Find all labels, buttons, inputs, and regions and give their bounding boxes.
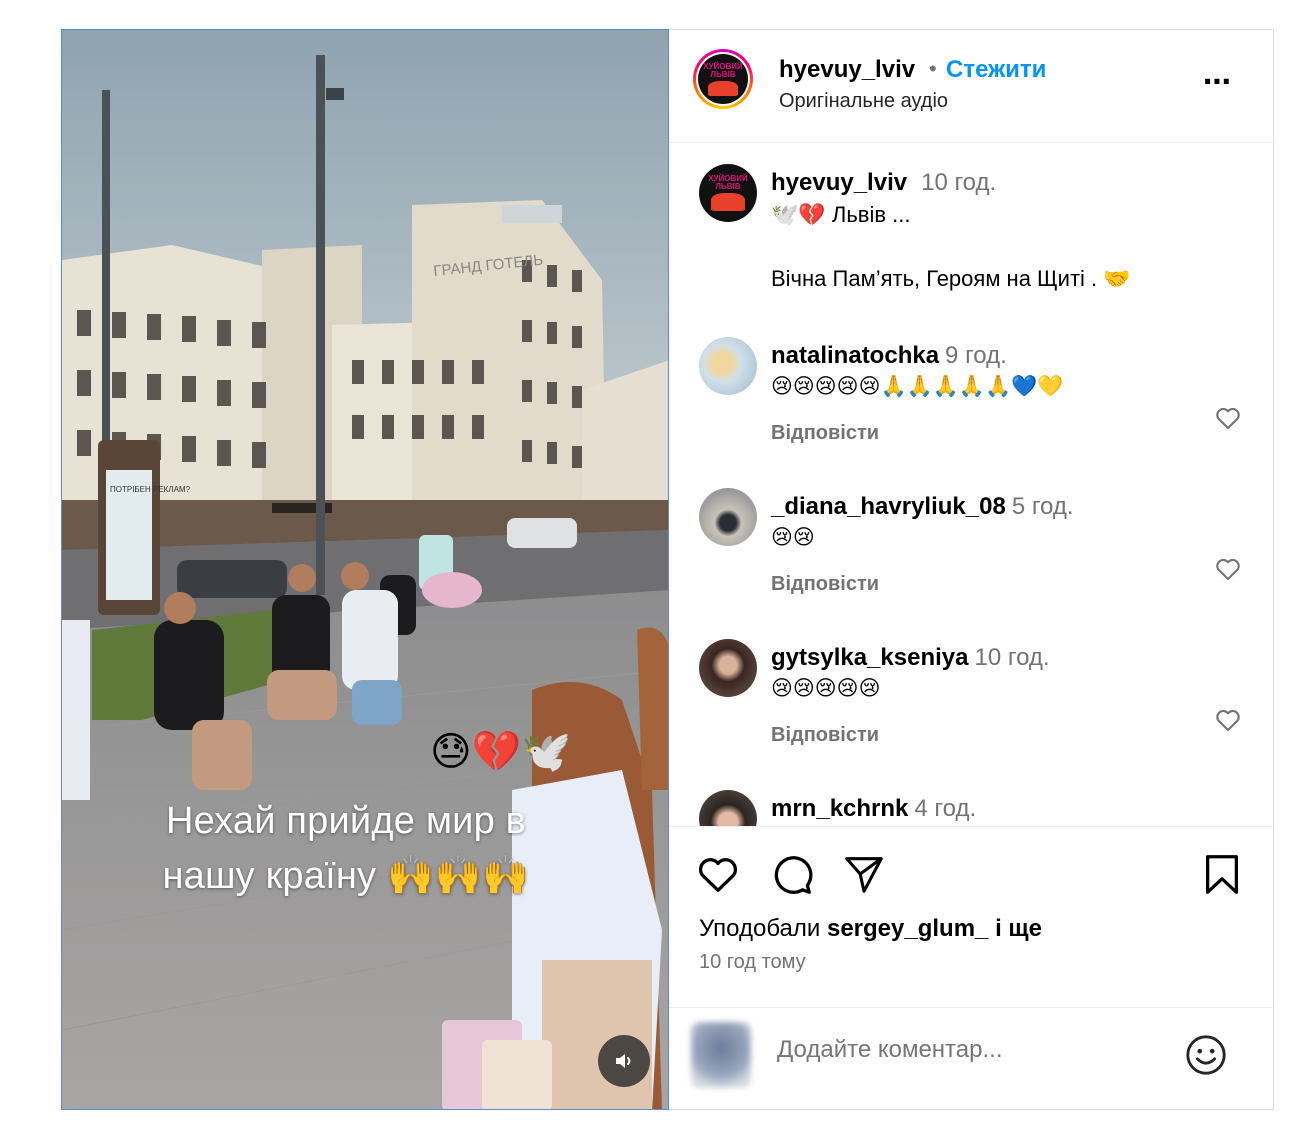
mute-button[interactable] [598,1035,650,1087]
more-icon[interactable]: ⋯ [1203,68,1232,96]
story-ring[interactable]: ХУЙОВИЙ ЛЬВІВ [693,49,753,109]
heart-icon[interactable] [695,851,741,897]
add-comment-row [669,1007,1273,1113]
commenter-avatar[interactable] [699,790,757,826]
comment-icon[interactable] [769,851,815,897]
reply-button[interactable]: Відповісти [771,422,879,445]
comment-time: 4 год. [914,795,977,822]
caption-line2: Вічна Пам’ять, Героям на Щиті . 🤝 [771,266,1131,291]
commenter-avatar[interactable] [699,488,757,546]
comment-header: mrn_kchrnk 4 год. [771,795,976,823]
liked-by-user[interactable]: sergey_glum_ [827,915,988,942]
comment-text: 😢😢😢😢😢 [771,677,881,700]
reply-button[interactable]: Відповісти [771,724,879,747]
likes-summary: Уподобали sergey_glum_ і ще [699,915,1042,943]
liked-others-link[interactable]: і ще [995,915,1042,942]
emoji-icon[interactable] [1183,1032,1229,1078]
caption-author-username: hyevuy_lviv 10 год. [771,169,996,197]
volume-icon [616,1054,631,1068]
comment-text: 😢😢 [771,526,815,549]
post-container: ГРАНД ГОТЕЛЬ ПОТРІБЕН РЕКЛАМ? 😓💔🕊️ Нехай… [61,29,1274,1110]
comment-header: gytsylka_kseniya 10 год. [771,644,1050,672]
comment-like-icon[interactable] [1213,705,1243,735]
comments-list[interactable]: ХУЙОВИЙ ЛЬВІВ hyevuy_lviv 10 год. 🕊️💔 Льв… [669,142,1273,826]
share-icon[interactable] [841,851,887,897]
caption-time: 10 год. [921,169,997,196]
reply-button[interactable]: Відповісти [771,573,879,596]
comment-username[interactable]: natalinatochka [771,342,939,369]
comment-text: 😢😢😢😢😢🙏🙏🙏🙏🙏💙💛 [771,375,1064,398]
author-avatar[interactable]: ХУЙОВИЙ ЛЬВІВ [698,54,748,104]
comment-username[interactable]: mrn_kchrnk [771,795,908,822]
caption-line1: 🕊️💔 Львів ... [771,202,911,227]
original-audio-link[interactable]: Оригінальне аудіо [779,90,948,113]
comment-header: _diana_havryliuk_08 5 год. [771,493,1074,521]
video-caption-line1: Нехай прийде мир в [165,800,527,842]
avatar-logo-mark [710,193,746,211]
post-side-panel: ХУЙОВИЙ ЛЬВІВ hyevuy_lviv • Стежити Ориг… [669,29,1274,1110]
bookmark-icon[interactable] [1199,851,1245,897]
commenter-avatar[interactable] [699,337,757,395]
comment-time: 5 год. [1011,493,1074,520]
avatar-logo-mark [708,80,738,96]
commenter-avatar[interactable] [699,639,757,697]
follow-button[interactable]: Стежити [946,56,1046,84]
post-video[interactable]: ГРАНД ГОТЕЛЬ ПОТРІБЕН РЕКЛАМ? 😓💔🕊️ Нехай… [61,29,669,1110]
video-frame: ГРАНД ГОТЕЛЬ ПОТРІБЕН РЕКЛАМ? [62,30,668,1109]
add-comment-input[interactable] [777,1036,1157,1064]
comment-time: 9 год. [945,342,1007,369]
comment-time: 10 год. [974,644,1050,671]
kiosk-text: ПОТРІБЕН РЕКЛАМ? [110,485,191,494]
comment-header: natalinatochka 9 год. [771,342,1007,370]
post-actions: Уподобали sergey_glum_ і ще 10 год тому [669,826,1273,1112]
author-username[interactable]: hyevuy_lviv [779,56,915,84]
separator-dot: • [929,56,937,81]
emoji-sticker: 😓💔🕊️ [430,730,572,774]
post-time[interactable]: 10 год тому [699,951,806,974]
liked-prefix: Уподобали [699,915,821,942]
comment-like-icon[interactable] [1213,554,1243,584]
caption-author-avatar[interactable]: ХУЙОВИЙ ЛЬВІВ [699,164,757,222]
comment-username[interactable]: gytsylka_kseniya [771,644,968,671]
current-user-avatar [691,1022,751,1088]
post-header: ХУЙОВИЙ ЛЬВІВ hyevuy_lviv • Стежити Ориг… [669,30,1273,143]
comment-like-icon[interactable] [1213,403,1243,433]
video-caption-line2: нашу країну 🙌🙌🙌 [162,855,530,897]
avatar-text-2: ЛЬВІВ [710,69,736,79]
avatar-text-2: ЛЬВІВ [715,182,741,192]
caption-username-link[interactable]: hyevuy_lviv [771,169,907,196]
comment-username[interactable]: _diana_havryliuk_08 [771,493,1006,520]
